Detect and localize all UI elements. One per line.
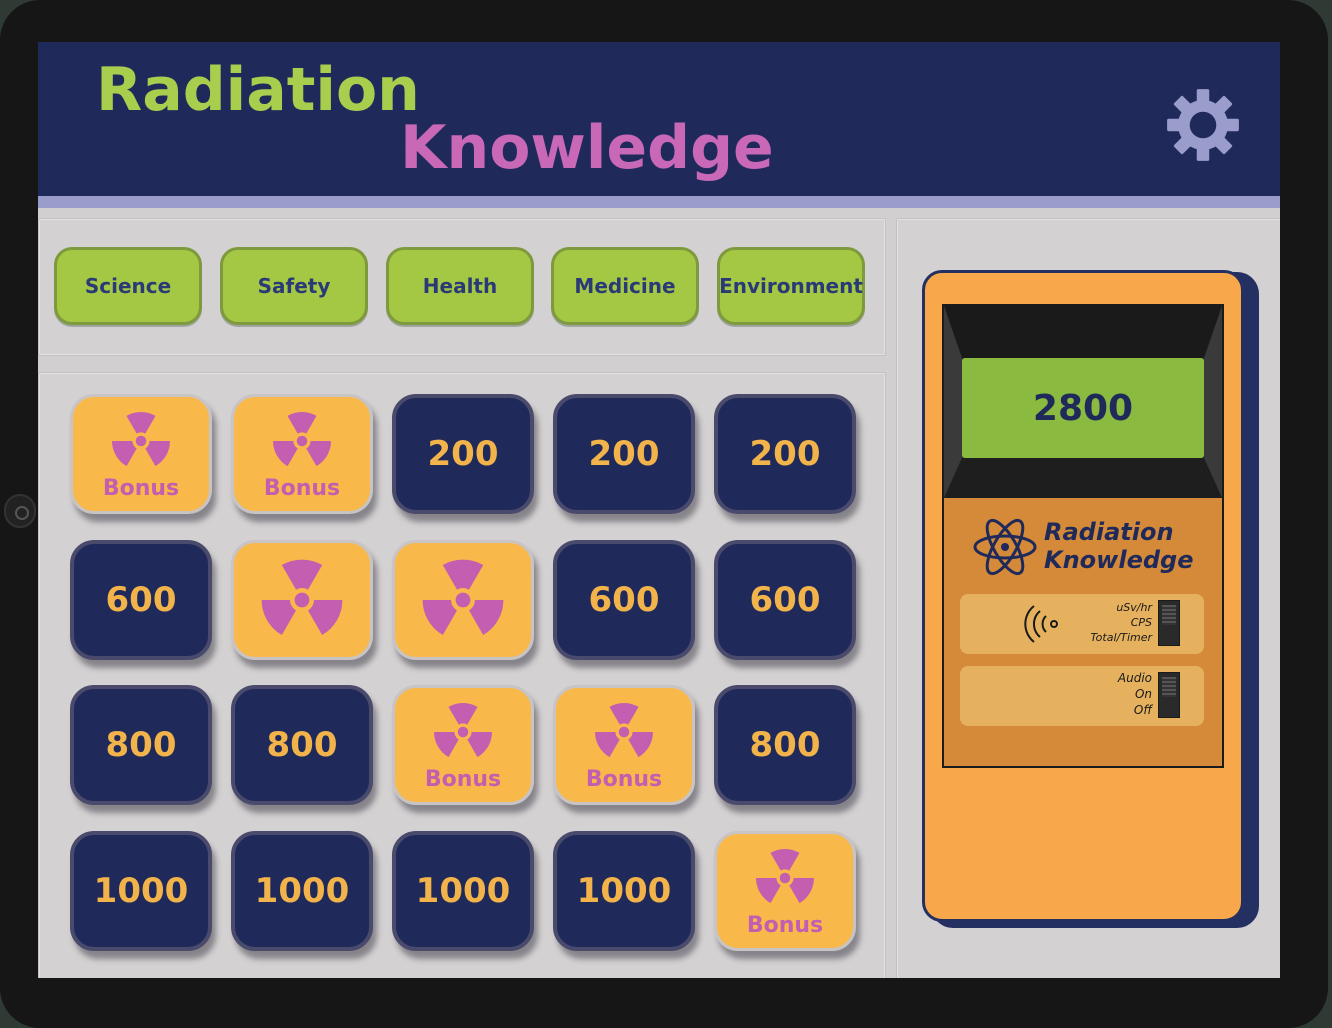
audio-label-off: Off: [1133, 703, 1152, 717]
title-knowledge: Knowledge: [400, 113, 774, 183]
bonus-tile[interactable]: Bonus: [231, 394, 373, 514]
points-tile[interactable]: 600: [553, 540, 695, 660]
audio-control: Audio On Off: [960, 666, 1204, 726]
points-tile[interactable]: 600: [714, 540, 856, 660]
audio-label-on: On: [1134, 687, 1152, 701]
bonus-tile[interactable]: Bonus: [714, 831, 856, 951]
bonus-tile[interactable]: Bonus: [553, 685, 695, 805]
category-safety-button[interactable]: Safety: [220, 247, 368, 325]
category-medicine-button[interactable]: Medicine: [551, 247, 699, 325]
meter-brand-line1: Radiation: [1044, 518, 1174, 546]
radiation-icon: [434, 702, 492, 757]
points-tile[interactable]: 1000: [392, 831, 534, 951]
points-tile[interactable]: 800: [231, 685, 373, 805]
mode-label-cps: CPS: [1130, 616, 1152, 629]
camera-icon: [4, 494, 36, 528]
category-environment-button[interactable]: Environment: [717, 247, 865, 325]
signal-icon: [1024, 605, 1058, 643]
answered-tile[interactable]: [231, 540, 373, 660]
header: Radiation Knowledge: [38, 42, 1280, 196]
bonus-label: Bonus: [585, 766, 663, 792]
audio-labels: Audio On Off: [1118, 670, 1152, 718]
gear-icon[interactable]: [1164, 86, 1242, 164]
radiation-icon: [261, 559, 343, 636]
radiation-icon: [112, 411, 170, 466]
points-tile[interactable]: 200: [714, 394, 856, 514]
points-tile[interactable]: 1000: [231, 831, 373, 951]
radiation-icon: [595, 702, 653, 757]
meter-brand-line2: Knowledge: [1044, 546, 1194, 574]
audio-label: Audio: [1117, 671, 1152, 685]
points-tile[interactable]: 800: [714, 685, 856, 805]
mode-switch[interactable]: [1158, 600, 1180, 646]
header-divider: [38, 196, 1280, 208]
bonus-tile[interactable]: Bonus: [70, 394, 212, 514]
score-display: 2800: [962, 358, 1204, 458]
radiation-icon: [422, 559, 504, 636]
bonus-label: Bonus: [102, 475, 180, 501]
meter-brand: Radiation Knowledge: [1044, 518, 1193, 574]
title-radiation: Radiation: [96, 55, 420, 125]
points-tile[interactable]: 800: [70, 685, 212, 805]
bonus-label: Bonus: [746, 912, 824, 938]
meter-face: 2800 Radiation Knowledge uSv/hr CPS Tota…: [942, 304, 1224, 768]
points-tile[interactable]: 200: [553, 394, 695, 514]
mode-label-usv: uSv/hr: [1116, 601, 1152, 614]
bonus-label: Bonus: [263, 475, 341, 501]
mode-control: uSv/hr CPS Total/Timer: [960, 594, 1204, 654]
bonus-label: Bonus: [424, 766, 502, 792]
points-tile[interactable]: 200: [392, 394, 534, 514]
points-tile[interactable]: 1000: [553, 831, 695, 951]
meter-body: Radiation Knowledge uSv/hr CPS Total/Tim…: [944, 498, 1222, 766]
points-tile[interactable]: 600: [70, 540, 212, 660]
mode-labels: uSv/hr CPS Total/Timer: [1090, 600, 1152, 645]
mode-label-total: Total/Timer: [1090, 631, 1152, 644]
points-tile[interactable]: 1000: [70, 831, 212, 951]
bonus-tile[interactable]: Bonus: [392, 685, 534, 805]
radiation-icon: [756, 848, 814, 903]
audio-switch[interactable]: [1158, 672, 1180, 718]
meter-display-bezel: 2800: [944, 306, 1222, 498]
category-health-button[interactable]: Health: [386, 247, 534, 325]
app-screen: Radiation Knowledge Science Safety Health M…: [38, 42, 1280, 978]
radiation-icon: [273, 411, 331, 466]
answered-tile[interactable]: [392, 540, 534, 660]
atom-icon: [973, 518, 1037, 576]
category-science-button[interactable]: Science: [54, 247, 202, 325]
